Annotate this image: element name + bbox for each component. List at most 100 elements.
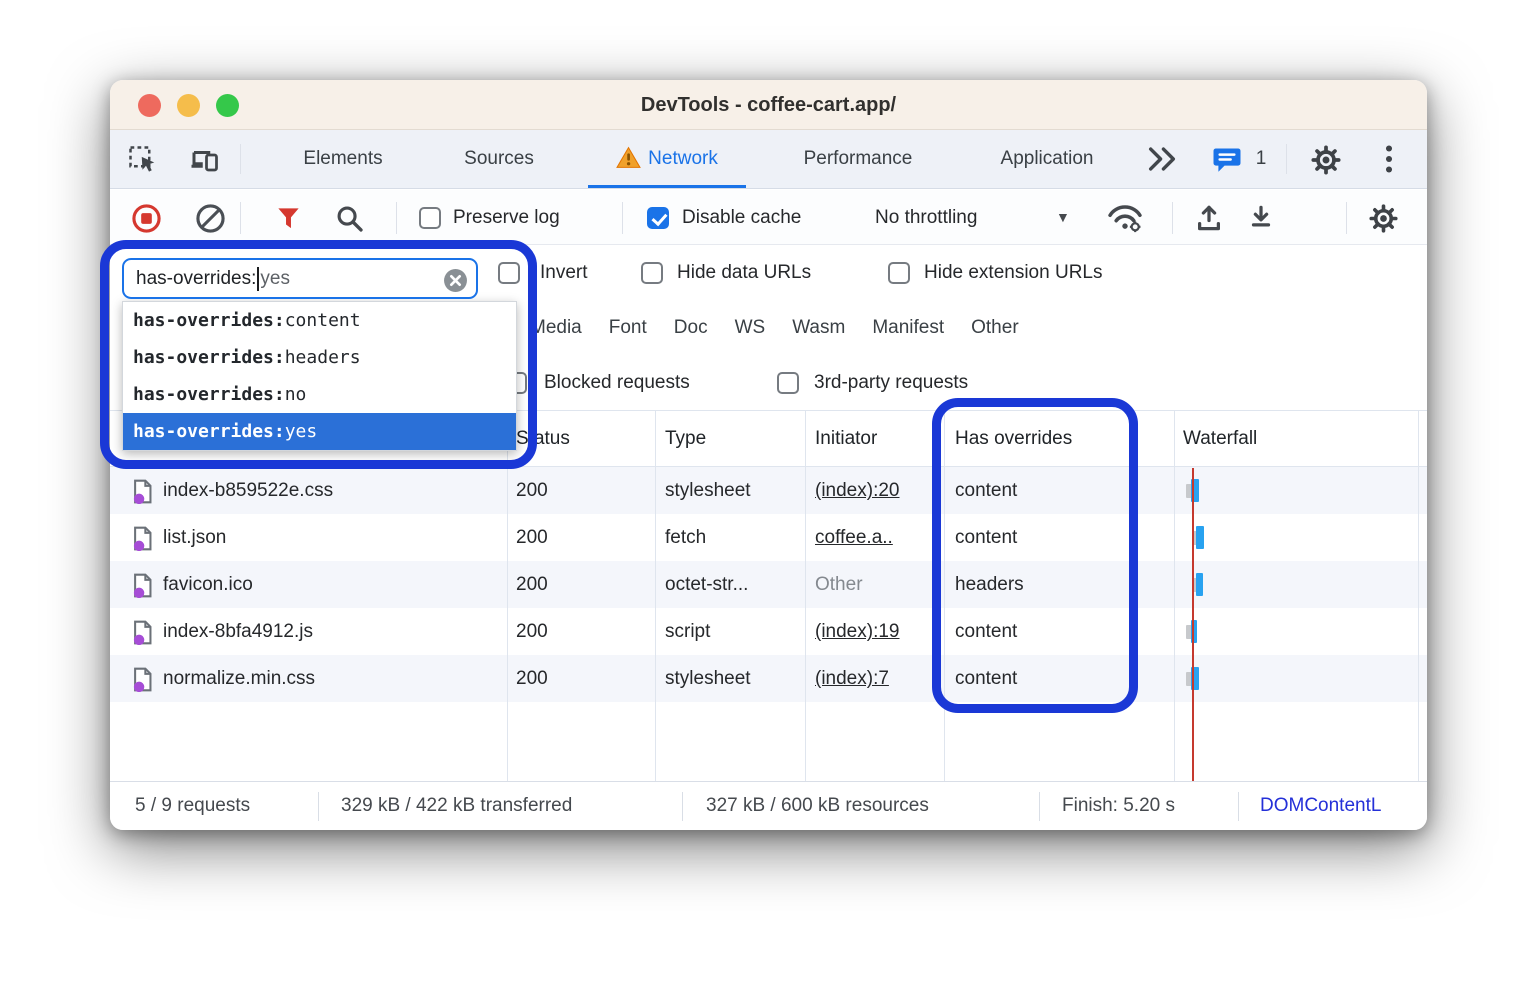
invert-label: Invert <box>540 245 588 300</box>
option-key: has-overrides: <box>133 384 285 405</box>
column-header-has-overrides[interactable]: Has overrides <box>955 411 1072 467</box>
status-bar: 5 / 9 requests 329 kB / 422 kB transferr… <box>110 781 1427 830</box>
chip-other[interactable]: Other <box>971 317 1019 339</box>
has-overrides-value: content <box>955 608 1017 655</box>
initiator-link[interactable]: (index):7 <box>815 668 889 689</box>
column-header-status[interactable]: Status <box>516 411 570 467</box>
tab-application[interactable]: Application <box>972 130 1122 188</box>
network-toolbar: Preserve log Disable cache No throttling… <box>110 190 1427 245</box>
chip-wasm[interactable]: Wasm <box>792 317 845 339</box>
devtools-window: DevTools - coffee-cart.app/ Elements Sou… <box>110 80 1427 830</box>
initiator-link[interactable]: coffee.a.. <box>815 527 893 548</box>
resources-summary: 327 kB / 600 kB resources <box>706 782 929 830</box>
overflow-menu-icon[interactable] <box>1376 144 1402 174</box>
third-party-requests-checkbox[interactable] <box>777 372 799 394</box>
filter-query-text: has-overrides: <box>136 268 256 290</box>
request-name: list.json <box>163 514 226 561</box>
preserve-log-checkbox[interactable] <box>419 207 441 229</box>
option-key: has-overrides: <box>133 310 285 331</box>
table-row[interactable]: index-8bfa4912.js 200 script (index):19 … <box>110 608 1427 655</box>
column-header-initiator[interactable]: Initiator <box>815 411 877 467</box>
file-icon <box>132 526 153 551</box>
title-bar: DevTools - coffee-cart.app/ <box>110 80 1427 130</box>
chip-ws[interactable]: WS <box>735 317 766 339</box>
issues-chat-icon[interactable] <box>1210 144 1244 174</box>
option-key: has-overrides: <box>133 347 285 368</box>
autocomplete-option[interactable]: has-overrides:no <box>123 376 516 413</box>
export-har-icon[interactable] <box>1190 202 1228 234</box>
file-icon <box>132 479 153 504</box>
table-row[interactable]: normalize.min.css 200 stylesheet (index)… <box>110 655 1427 702</box>
disable-cache-checkbox[interactable] <box>647 207 669 229</box>
hide-data-urls-checkbox[interactable] <box>641 262 663 284</box>
preserve-log-label: Preserve log <box>453 190 560 245</box>
tab-performance[interactable]: Performance <box>778 130 938 188</box>
disable-cache-label: Disable cache <box>682 190 801 245</box>
option-value: content <box>285 310 361 331</box>
chip-doc[interactable]: Doc <box>674 317 708 339</box>
autocomplete-option[interactable]: has-overrides:headers <box>123 339 516 376</box>
more-tabs-icon[interactable] <box>1140 144 1184 174</box>
clear-filter-icon[interactable] <box>443 268 468 293</box>
clear-network-log-icon[interactable] <box>194 202 226 234</box>
tab-label: Performance <box>804 148 913 169</box>
filter-autocomplete-dropdown: has-overrides:content has-overrides:head… <box>122 301 517 451</box>
request-type: stylesheet <box>665 655 751 702</box>
request-status: 200 <box>516 608 548 655</box>
tab-elements[interactable]: Elements <box>273 130 413 188</box>
waterfall-download-bar <box>1191 479 1199 502</box>
network-settings-gear-icon[interactable] <box>1364 201 1402 235</box>
requests-summary: 5 / 9 requests <box>135 782 250 830</box>
device-toolbar-icon[interactable] <box>186 143 222 177</box>
tab-network[interactable]: Network <box>588 130 746 188</box>
chip-manifest[interactable]: Manifest <box>872 317 944 339</box>
request-name: index-8bfa4912.js <box>163 608 313 655</box>
inspect-element-icon[interactable] <box>126 143 160 177</box>
text-caret <box>257 267 259 291</box>
table-row[interactable]: list.json 200 fetch coffee.a.. content <box>110 514 1427 561</box>
import-har-icon[interactable] <box>1242 202 1280 234</box>
throttling-select[interactable]: No throttling <box>875 190 977 245</box>
network-conditions-icon[interactable] <box>1102 202 1148 234</box>
request-status: 200 <box>516 561 548 608</box>
option-value: headers <box>285 347 361 368</box>
autocomplete-option[interactable]: has-overrides:content <box>123 302 516 339</box>
option-key: has-overrides: <box>133 421 285 442</box>
request-type: stylesheet <box>665 467 751 514</box>
domcontentloaded-time: DOMContentL <box>1260 782 1381 830</box>
filter-query-suffix: yes <box>260 268 290 290</box>
initiator-link[interactable]: (index):19 <box>815 621 900 642</box>
table-row[interactable]: index-b859522e.css 200 stylesheet (index… <box>110 467 1427 514</box>
table-row[interactable]: favicon.ico 200 octet-str... Other heade… <box>110 561 1427 608</box>
throttling-dropdown-arrow-icon[interactable]: ▼ <box>1056 190 1070 245</box>
waterfall-download-bar <box>1196 573 1203 596</box>
chip-media[interactable]: Media <box>530 317 582 339</box>
initiator-link[interactable]: (index):20 <box>815 480 900 501</box>
column-header-type[interactable]: Type <box>665 411 706 467</box>
filter-input[interactable]: has-overrides: yes <box>122 258 478 299</box>
issues-count-badge[interactable]: 1 <box>1248 130 1274 188</box>
chip-font[interactable]: Font <box>609 317 647 339</box>
has-overrides-value: content <box>955 514 1017 561</box>
request-type: octet-str... <box>665 561 748 608</box>
active-tab-underline <box>588 185 746 188</box>
requests-table-body: index-b859522e.css 200 stylesheet (index… <box>110 467 1427 702</box>
hide-extension-urls-checkbox[interactable] <box>888 262 910 284</box>
column-header-waterfall[interactable]: Waterfall <box>1183 411 1257 467</box>
settings-gear-icon[interactable] <box>1306 143 1346 177</box>
file-icon <box>132 667 153 692</box>
invert-checkbox[interactable] <box>498 262 520 284</box>
transferred-summary: 329 kB / 422 kB transferred <box>341 782 572 830</box>
window-title: DevTools - coffee-cart.app/ <box>110 80 1427 130</box>
tab-label: Network <box>648 148 718 169</box>
request-name: index-b859522e.css <box>163 467 333 514</box>
search-icon[interactable] <box>332 203 366 233</box>
tab-label: Elements <box>303 148 382 169</box>
initiator-text: Other <box>815 574 863 595</box>
request-type: script <box>665 608 710 655</box>
autocomplete-option-selected[interactable]: has-overrides:yes <box>123 413 516 450</box>
record-network-log-icon[interactable] <box>130 202 162 234</box>
has-overrides-value: headers <box>955 561 1024 608</box>
tab-sources[interactable]: Sources <box>432 130 566 188</box>
filter-funnel-icon[interactable] <box>272 203 304 233</box>
